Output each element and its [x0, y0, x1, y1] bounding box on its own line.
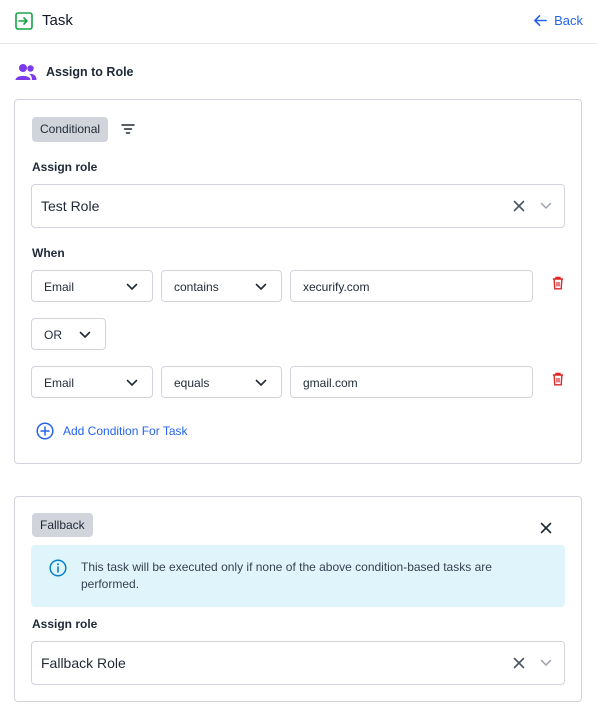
back-button[interactable]: Back [533, 13, 583, 28]
joiner-select[interactable]: OR [31, 318, 106, 350]
joiner-value: OR [44, 328, 62, 342]
condition-value-input[interactable]: gmail.com [290, 366, 533, 398]
assign-role-value: Test Role [41, 198, 100, 214]
section-title: Assign to Role [15, 62, 134, 82]
condition-value-text: xecurify.com [303, 280, 370, 294]
when-label: When [32, 246, 65, 260]
condition-operator-value: contains [174, 280, 219, 294]
trash-icon[interactable] [552, 276, 564, 290]
chevron-down-icon[interactable] [540, 659, 552, 667]
chevron-down-icon [255, 283, 267, 291]
add-condition-button[interactable]: Add Condition For Task [36, 422, 188, 440]
conditional-badge: Conditional [32, 117, 109, 142]
chevron-down-icon [126, 379, 138, 387]
condition-operator-select[interactable]: contains [161, 270, 282, 302]
users-icon [15, 64, 37, 80]
fallback-role-value: Fallback Role [41, 655, 126, 671]
task-icon [15, 12, 33, 30]
info-banner: This task will be executed only if none … [31, 545, 565, 607]
clear-icon[interactable] [513, 657, 525, 669]
chevron-down-icon [126, 283, 138, 291]
fallback-role-select[interactable]: Fallback Role [31, 641, 565, 685]
condition-value-text: gmail.com [303, 376, 358, 390]
assign-role-select[interactable]: Test Role [31, 184, 565, 228]
section-title-label: Assign to Role [46, 65, 134, 79]
add-condition-label: Add Condition For Task [63, 424, 188, 438]
chevron-down-icon[interactable] [540, 202, 552, 210]
back-label: Back [554, 13, 583, 28]
condition-operator-select[interactable]: equals [161, 366, 282, 398]
filter-icon[interactable] [121, 122, 135, 136]
close-icon[interactable] [540, 522, 552, 534]
plus-circle-icon [36, 422, 54, 440]
info-icon [49, 559, 67, 577]
condition-value-input[interactable]: xecurify.com [290, 270, 533, 302]
condition-field-select[interactable]: Email [31, 270, 153, 302]
assign-role-label: Assign role [32, 160, 98, 174]
page-title: Task [42, 12, 73, 29]
info-message: This task will be executed only if none … [81, 560, 492, 591]
arrow-left-icon [534, 15, 548, 26]
fallback-card: Fallback This task will be executed only… [14, 496, 582, 702]
condition-field-select[interactable]: Email [31, 366, 153, 398]
conditional-card: Conditional Assign role Test Role When E… [14, 99, 582, 464]
fallback-badge: Fallback [32, 513, 93, 537]
condition-field-value: Email [44, 280, 75, 294]
fallback-assign-role-label: Assign role [32, 617, 98, 631]
header: Task Back [0, 0, 597, 44]
clear-icon[interactable] [513, 200, 525, 212]
condition-field-value: Email [44, 376, 75, 390]
chevron-down-icon [79, 331, 91, 339]
chevron-down-icon [255, 379, 267, 387]
trash-icon[interactable] [552, 372, 564, 386]
condition-operator-value: equals [174, 376, 210, 390]
